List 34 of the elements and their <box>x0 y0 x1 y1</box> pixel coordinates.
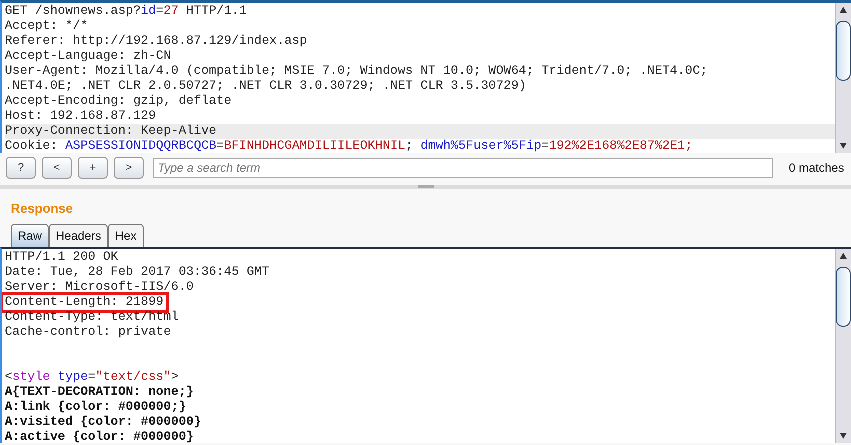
response-line: HTTP/1.1 200 OK <box>5 250 118 265</box>
tab[interactable]: Raw <box>11 224 50 247</box>
toolbar-button[interactable]: ? <box>6 157 36 179</box>
tab[interactable]: Hex <box>108 224 144 247</box>
request-line: .NET4.0E; .NET CLR 2.0.50727; .NET CLR 3.0.30729; .NET CLR 3.5.30729) <box>5 79 528 94</box>
request-line: Accept-Language: zh-CN <box>5 49 172 64</box>
response-line: Cache-control: private <box>5 325 172 340</box>
request-line: Cookie: ASPSESSIONIDQQRBCQCB=BFINHDHCGAMDILIILEOKHNIL; dmwh%5Fuser%5Fip=192%2E168%2E87%2E1; <box>5 139 694 153</box>
scrollbar[interactable] <box>835 3 851 153</box>
request-line: Host: 192.168.87.129 <box>5 109 158 124</box>
response-editor[interactable] <box>0 247 851 443</box>
request-line: Referer: http://192.168.87.129/index.asp <box>5 34 308 49</box>
section-title: Response <box>10 200 74 218</box>
response-line: Date: Tue, 28 Feb 2017 03:36:45 GMT <box>5 265 270 280</box>
match-count: 0 matches <box>789 161 844 175</box>
response-line: A{TEXT-DECORATION: none;} <box>5 385 194 400</box>
request-line: Accept-Encoding: gzip, deflate <box>5 94 233 109</box>
toolbar-button[interactable]: + <box>78 157 108 179</box>
scrollbar[interactable] <box>835 249 851 443</box>
request-editor[interactable] <box>0 0 851 153</box>
search-field[interactable]: Type a search term <box>153 158 773 178</box>
toolbar-button[interactable]: > <box>114 157 144 179</box>
request-line: GET /shownews.asp?id=27 HTTP/1.1 <box>5 4 248 19</box>
response-line: Content-Length: 21899 <box>3 295 166 310</box>
request-line: User-Agent: Mozilla/4.0 (compatible; MSIE 7.0; Windows NT 10.0; WOW64; Trident/7.0; .NET4.0C; <box>5 64 709 79</box>
response-line: Content-Type: text/html <box>5 310 179 325</box>
request-line: Accept: */* <box>5 19 90 34</box>
toolbar-button[interactable]: < <box>42 157 72 179</box>
response-line: A:visited {color: #000000} <box>5 415 202 430</box>
response-line: Server: Microsoft-IIS/6.0 <box>5 280 194 295</box>
response-line: A:link {color: #000000;} <box>5 400 186 415</box>
response-line: A:active {color: #000000} <box>5 430 194 443</box>
response-line: <style type="text/css"> <box>5 370 179 385</box>
tab[interactable]: Headers <box>49 224 108 247</box>
